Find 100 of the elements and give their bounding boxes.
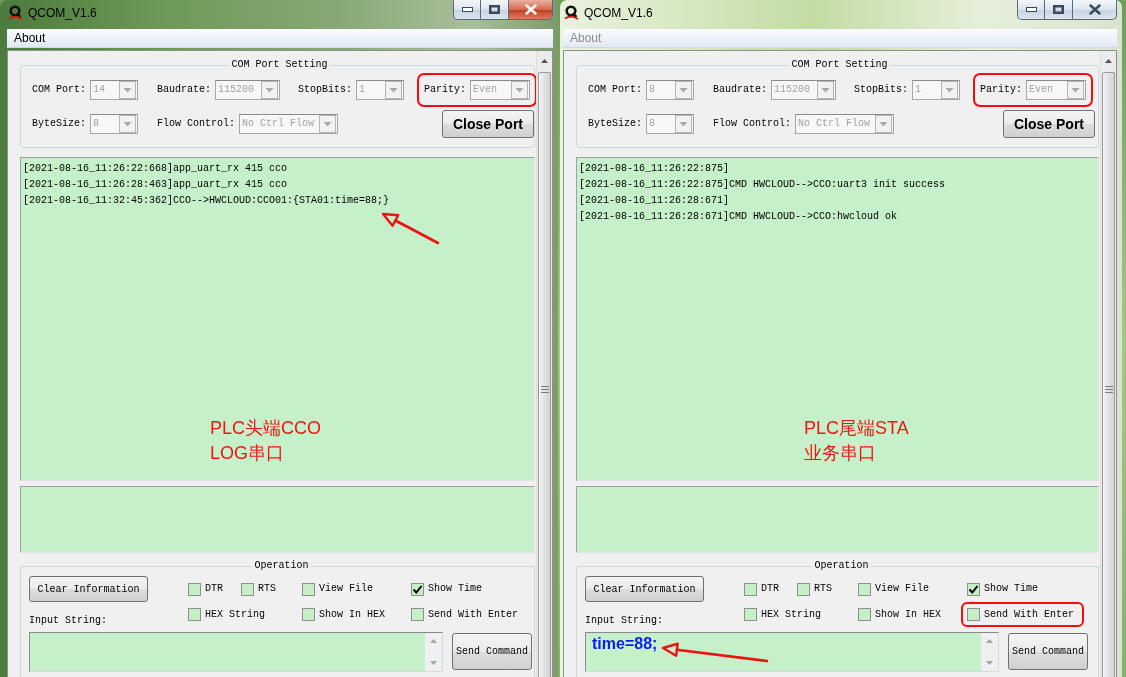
checkbox[interactable] — [411, 608, 424, 621]
grip-icon — [1104, 385, 1113, 393]
menu-item[interactable]: About — [563, 30, 608, 46]
checkbox-label: RTS — [258, 583, 276, 595]
window-title: QCOM_V1.6 — [584, 6, 653, 20]
checkbox[interactable] — [302, 608, 315, 621]
checkbox-label: Send With Enter — [428, 608, 518, 621]
log-line: [2021-08-16_11:26:22:875]CMD HWCLOUD-->CCO:uart3 init success — [579, 179, 946, 190]
checkbox-label: RTS — [814, 583, 832, 595]
send-button[interactable]: Send Command — [1008, 633, 1088, 670]
caret-icon — [817, 81, 834, 99]
annotation-text: 业务串口 — [804, 442, 877, 465]
field-label: StopBits: — [298, 84, 352, 96]
checkbox[interactable] — [302, 582, 315, 596]
minimize-icon — [461, 7, 473, 12]
group-title: Operation — [813, 560, 870, 572]
clear-button[interactable]: Clear Information — [29, 576, 148, 602]
checkbox-label: View File — [319, 583, 373, 595]
log-line: [2021-08-16_11:26:28:671] — [579, 195, 730, 206]
field-label: Input String: — [29, 615, 108, 627]
close-button[interactable] — [508, 0, 553, 20]
checkbox[interactable] — [188, 608, 201, 621]
input-field[interactable]: time=88; — [585, 632, 999, 672]
field-label: StopBits: — [854, 84, 908, 96]
field-label: ByteSize: — [588, 118, 642, 130]
scrollbar-thumb[interactable] — [538, 72, 551, 677]
field-label: Baudrate: — [157, 84, 211, 96]
field-label: Baudrate: — [713, 84, 767, 96]
minimize-icon — [1025, 7, 1037, 12]
caret-icon — [875, 115, 892, 133]
minimize-button[interactable] — [1017, 0, 1045, 20]
caret-icon — [119, 115, 136, 133]
scroll-arrows-icon — [981, 633, 998, 671]
caret-icon — [675, 115, 692, 133]
checkbox[interactable] — [188, 582, 201, 596]
annotation-text: LOG串口 — [210, 442, 285, 465]
checkbox-label: Show In HEX — [319, 608, 385, 621]
maximize-icon — [1053, 5, 1064, 14]
field-label: COM Port: — [588, 84, 642, 96]
minimize-button[interactable] — [453, 0, 481, 20]
checkbox-label: View File — [875, 583, 929, 595]
group-title: COM Port Setting — [790, 59, 889, 71]
checkbox-label: HEX String — [761, 608, 821, 621]
checkbox[interactable] — [967, 608, 980, 621]
scrollbar[interactable] — [1100, 51, 1116, 677]
caret-icon — [119, 81, 136, 99]
app-logo-icon — [564, 5, 579, 20]
checkbox[interactable] — [411, 582, 424, 596]
checkbox-label: Show Time — [428, 583, 482, 595]
group-title: COM Port Setting — [230, 59, 329, 71]
caret-icon — [385, 81, 402, 99]
caret-icon — [675, 81, 692, 99]
group-title: Operation — [253, 560, 310, 572]
checkbox-label: Show Time — [984, 583, 1038, 595]
log-line: [2021-08-16_11:26:28:463]app_uart_rx 415 cco — [23, 179, 288, 190]
grip-icon — [540, 385, 549, 393]
maximize-button[interactable] — [1044, 0, 1073, 20]
annotation-text: PLC头端CCO — [210, 417, 321, 440]
app-logo-icon — [8, 5, 23, 20]
log-line: [2021-08-16_11:26:28:671]CMD HWCLOUD-->CCO:hwcloud ok — [579, 211, 898, 222]
caret-icon — [941, 81, 958, 99]
close-port-button[interactable]: Close Port — [442, 110, 534, 138]
close-port-button[interactable]: Close Port — [1003, 110, 1095, 138]
checkbox[interactable] — [967, 582, 980, 596]
menu-item[interactable]: About — [7, 30, 52, 46]
caret-icon — [1067, 81, 1084, 99]
checkbox-label: DTR — [205, 583, 223, 595]
caret-icon — [511, 81, 528, 99]
checkbox[interactable] — [858, 608, 871, 621]
log-line: [2021-08-16_11:26:22:875] — [579, 163, 730, 174]
send-button[interactable]: Send Command — [452, 633, 532, 670]
scrollbar[interactable] — [536, 51, 552, 677]
scrollbar-thumb[interactable] — [1102, 72, 1115, 677]
field-label: Input String: — [585, 615, 664, 627]
log-line: [2021-08-16_11:26:22:668]app_uart_rx 415 cco — [23, 163, 288, 174]
close-icon — [524, 4, 537, 15]
close-button[interactable] — [1072, 0, 1117, 20]
field-label: Flow Control: — [713, 118, 791, 130]
checkbox[interactable] — [744, 582, 757, 596]
checkbox[interactable] — [797, 582, 810, 596]
maximize-icon — [489, 5, 500, 14]
checkbox[interactable] — [241, 582, 254, 596]
clear-button[interactable]: Clear Information — [585, 576, 704, 602]
caret-icon — [261, 81, 278, 99]
input-field[interactable] — [29, 632, 443, 672]
field-label: COM Port: — [32, 84, 86, 96]
field-label: Flow Control: — [157, 118, 235, 130]
scroll-arrows-icon — [425, 633, 442, 671]
caret-icon — [319, 115, 336, 133]
log-line: [2021-08-16_11:32:45:362]CCO-->HWCLOUD:CCO01:{STA01:time=88;} — [23, 195, 390, 206]
checkbox-label: HEX String — [205, 608, 265, 621]
field-label: ByteSize: — [32, 118, 86, 130]
field-label: Parity: — [424, 84, 466, 96]
checkbox-label: Show In HEX — [875, 608, 941, 621]
field-label: Parity: — [980, 84, 1022, 96]
checkbox[interactable] — [744, 608, 757, 621]
window-title: QCOM_V1.6 — [28, 6, 97, 20]
annotation-text: PLC尾端STA — [804, 417, 909, 440]
maximize-button[interactable] — [480, 0, 509, 20]
checkbox[interactable] — [858, 582, 871, 596]
